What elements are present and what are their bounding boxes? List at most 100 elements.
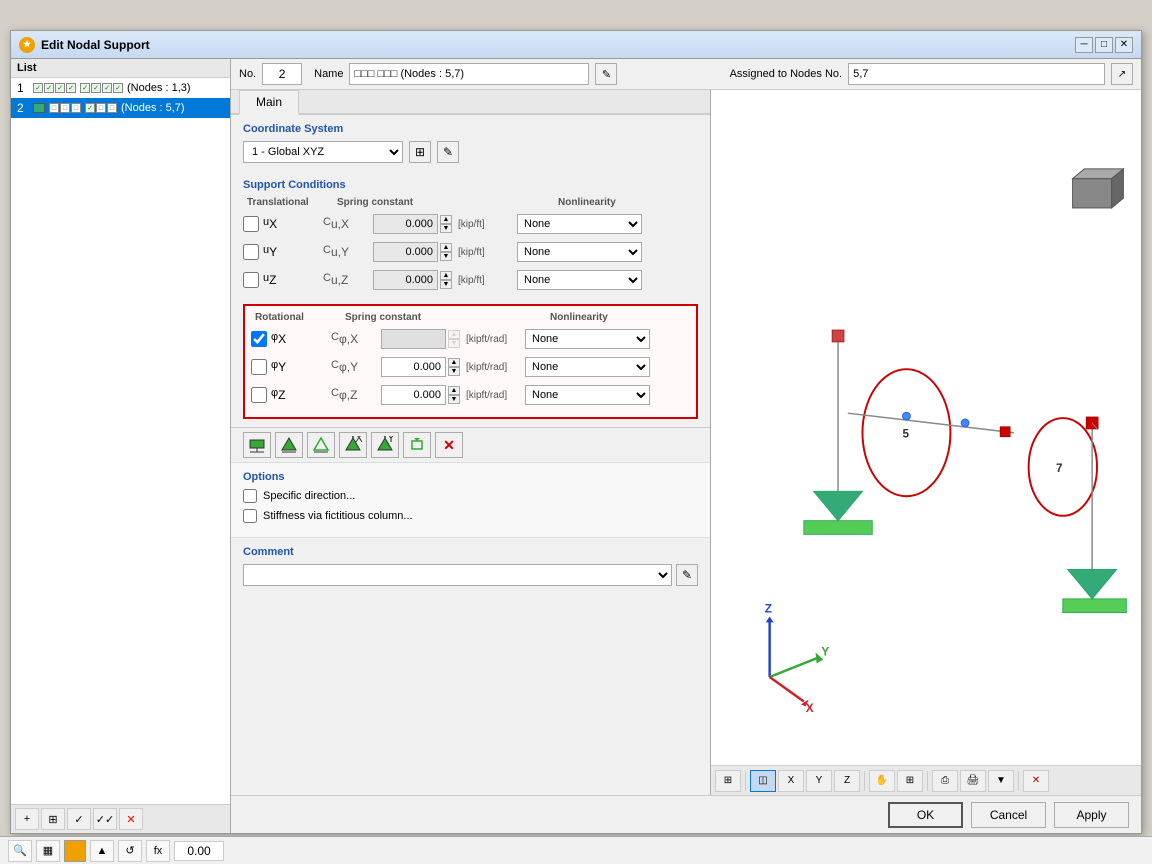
ux-spin: ▲ ▼ (440, 215, 452, 233)
phiy-spin-down[interactable]: ▼ (448, 367, 460, 376)
vp-pan-button[interactable]: ✋ (869, 770, 895, 792)
checkall-button[interactable]: ✓✓ (93, 808, 117, 830)
viewport-toolbar: ⊞ ◫ X Y Z ✋ ⊞ ⎙ 🖨 ▼ ✕ (711, 765, 1141, 795)
uy-nonlin-select[interactable]: NoneFailure if Neg.Failure if Pos. (517, 242, 642, 262)
duplicate-button[interactable]: ⊞ (41, 808, 65, 830)
uz-spin-up[interactable]: ▲ (440, 271, 452, 280)
uy-spin-up[interactable]: ▲ (440, 243, 452, 252)
phix-checkbox[interactable] (251, 331, 267, 347)
maximize-button[interactable]: □ (1095, 37, 1113, 53)
assigned-select-button[interactable]: ↗ (1111, 63, 1133, 85)
vp-y-button[interactable]: Y (806, 770, 832, 792)
check-button[interactable]: ✓ (67, 808, 91, 830)
phiy-nonlin-select[interactable]: NoneFailure if Neg. (525, 357, 650, 377)
assigned-input[interactable] (848, 63, 1105, 85)
uy-spin-down[interactable]: ▼ (440, 252, 452, 261)
minimize-button[interactable]: ─ (1075, 37, 1093, 53)
phix-spin-down: ▼ (448, 339, 460, 348)
uy-checkbox[interactable] (243, 244, 259, 260)
list-item-label: (Nodes : 5,7) (121, 102, 185, 114)
specific-dir-option: Specific direction... (243, 489, 698, 503)
svg-text:7: 7 (1056, 462, 1063, 475)
assigned-group: Assigned to Nodes No. ↗ (730, 63, 1133, 85)
rotational-section: Rotational Spring constant Nonlinearity … (243, 304, 698, 419)
list-item-checks2: ✓ □ □ (85, 103, 117, 113)
coord-system-select[interactable]: 1 - Global XYZ Local (243, 141, 403, 163)
uz-nonlin-select[interactable]: NoneFailure if Neg.Failure if Pos. (517, 270, 642, 290)
vp-close-button[interactable]: ✕ (1023, 770, 1049, 792)
list-item[interactable]: 2 □ □ □ ✓ □ □ (Nodes : 5,7) (11, 98, 230, 118)
phiz-spin-up[interactable]: ▲ (448, 386, 460, 395)
phix-spin-up: ▲ (448, 330, 460, 339)
status-color-box (64, 840, 86, 862)
status-bar: 🔍 ▦ ▲ ↺ fx 0.00 (0, 836, 1152, 864)
new-button[interactable]: + (15, 808, 39, 830)
coord-icon2-button[interactable]: ✎ (437, 141, 459, 163)
rotational-header: Rotational (255, 312, 335, 323)
comment-edit-button[interactable]: ✎ (676, 564, 698, 586)
phiy-spring-input[interactable] (381, 357, 446, 377)
uz-checkbox[interactable] (243, 272, 259, 288)
status-formula-button[interactable]: fx (146, 840, 170, 862)
support-icon-4[interactable]: X (339, 432, 367, 458)
cancel-button[interactable]: Cancel (971, 802, 1046, 828)
support-icon-2[interactable] (275, 432, 303, 458)
svg-text:Y: Y (387, 436, 394, 445)
name-input[interactable] (349, 63, 589, 85)
title-bar: ★ Edit Nodal Support ─ □ ✕ (11, 31, 1141, 59)
vp-iso-button[interactable]: ◫ (750, 770, 776, 792)
support-icon-5[interactable]: Y (371, 432, 399, 458)
comment-section: Comment ✎ (231, 537, 710, 594)
ux-spin-down[interactable]: ▼ (440, 224, 452, 233)
name-edit-button[interactable]: ✎ (595, 63, 617, 85)
list-header: List (11, 59, 230, 78)
stiffness-fict-option: Stiffness via fictitious column... (243, 509, 698, 523)
phiz-spin-down[interactable]: ▼ (448, 395, 460, 404)
vp-zoomin-button[interactable]: ⊞ (897, 770, 923, 792)
phix-spin: ▲ ▼ (448, 330, 460, 348)
rot-spring-header: Spring constant (335, 312, 550, 323)
uz-spring-input[interactable] (373, 270, 438, 290)
list-item[interactable]: 1 ✓ ✓ ✓ ✓ ✓ ✓ ✓ ✓ (Nodes : 1,3) (11, 78, 230, 98)
phiz-nonlin-select[interactable]: NoneFailure if Neg. (525, 385, 650, 405)
assigned-label: Assigned to Nodes No. (730, 68, 843, 80)
phiy-spin-up[interactable]: ▲ (448, 358, 460, 367)
specific-dir-checkbox[interactable] (243, 489, 257, 503)
apply-button[interactable]: Apply (1054, 802, 1129, 828)
uz-spin-down[interactable]: ▼ (440, 280, 452, 289)
vp-x-button[interactable]: X (778, 770, 804, 792)
status-search-button[interactable]: 🔍 (8, 840, 32, 862)
uz-unit: [kip/ft] (458, 275, 513, 286)
status-rotate-button[interactable]: ↺ (118, 840, 142, 862)
vp-z-button[interactable]: Z (834, 770, 860, 792)
ux-checkbox[interactable] (243, 216, 259, 232)
status-snap-button[interactable]: ▲ (90, 840, 114, 862)
phix-nonlin-select[interactable]: NoneFailure if Neg. (525, 329, 650, 349)
stiffness-fict-checkbox[interactable] (243, 509, 257, 523)
support-icon-6[interactable] (403, 432, 431, 458)
vp-dropdown-button[interactable]: ▼ (988, 770, 1014, 792)
phix-spring-input (381, 329, 446, 349)
vp-render-button[interactable]: ⎙ (932, 770, 958, 792)
close-button[interactable]: ✕ (1115, 37, 1133, 53)
ok-button[interactable]: OK (888, 802, 963, 828)
ux-spin-up[interactable]: ▲ (440, 215, 452, 224)
support-icon-1[interactable] (243, 432, 271, 458)
delete-button[interactable]: ✕ (119, 808, 143, 830)
ux-spring-input[interactable] (373, 214, 438, 234)
phiz-spring-input[interactable] (381, 385, 446, 405)
comment-input[interactable] (243, 564, 672, 586)
ux-nonlin-select[interactable]: NoneFailure if Neg.Failure if Pos. (517, 214, 642, 234)
coord-icon1-button[interactable]: ⊞ (409, 141, 431, 163)
vp-print-button[interactable]: 🖨 (960, 770, 986, 792)
support-icon-clear[interactable]: ✕ (435, 432, 463, 458)
phiy-spring-label: Cφ,Y (331, 359, 381, 374)
uy-spring-input[interactable] (373, 242, 438, 262)
phiz-checkbox[interactable] (251, 387, 267, 403)
phiy-checkbox[interactable] (251, 359, 267, 375)
phix-unit: [kipft/rad] (466, 334, 521, 345)
support-icon-3[interactable] (307, 432, 335, 458)
vp-view-button[interactable]: ⊞ (715, 770, 741, 792)
status-grid-button[interactable]: ▦ (36, 840, 60, 862)
tab-main[interactable]: Main (239, 90, 299, 115)
